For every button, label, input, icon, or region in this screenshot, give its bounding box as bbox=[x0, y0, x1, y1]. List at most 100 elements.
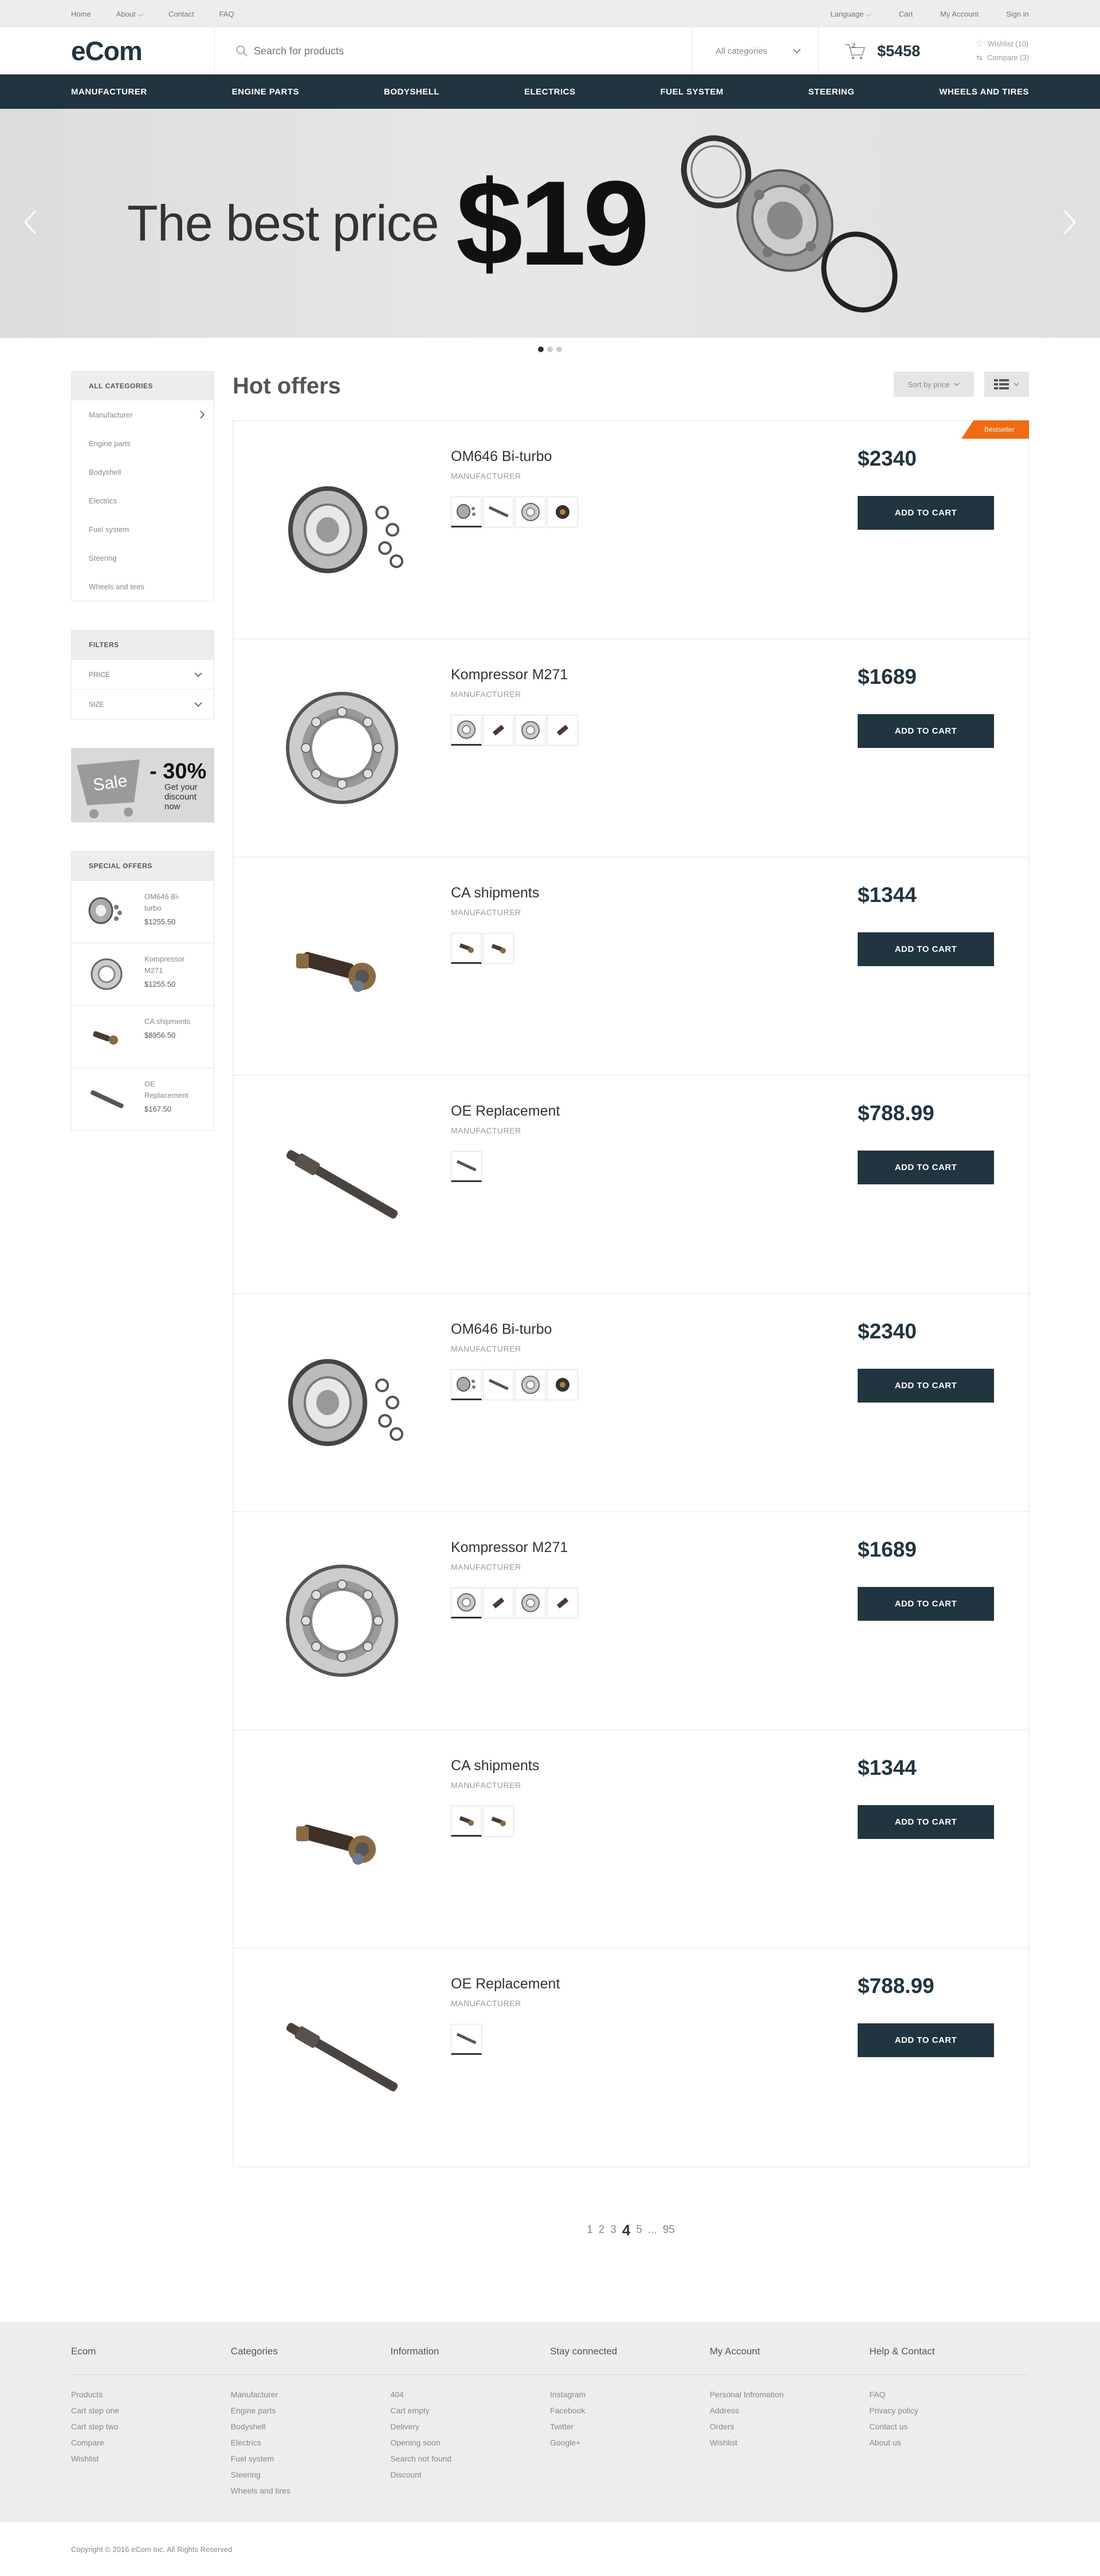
page-link[interactable]: 2 bbox=[599, 2224, 605, 2236]
product-name[interactable]: CA shipments bbox=[451, 1758, 539, 1774]
category-item-electrics[interactable]: Electrics bbox=[72, 486, 214, 515]
category-item-bodyshell[interactable]: Bodyshell bbox=[72, 458, 214, 486]
search-input[interactable] bbox=[254, 45, 655, 57]
thumb-turbo[interactable] bbox=[451, 497, 482, 527]
page-link[interactable]: 5 bbox=[636, 2224, 642, 2236]
special-offer-item[interactable]: Kompressor M271 $1255.50 bbox=[72, 943, 214, 1005]
footer-link[interactable]: Google+ bbox=[550, 2435, 710, 2451]
footer-link[interactable]: Cart step one bbox=[71, 2402, 231, 2419]
nav-fuel-system[interactable]: FUEL SYSTEM bbox=[660, 87, 723, 97]
footer-link[interactable]: Instagram bbox=[550, 2386, 710, 2402]
thumb-turbo[interactable] bbox=[451, 1369, 482, 1400]
footer-link[interactable]: FAQ bbox=[869, 2386, 1029, 2402]
footer-link[interactable]: Personal Infromation bbox=[710, 2386, 870, 2402]
category-select[interactable]: All categories bbox=[693, 27, 819, 74]
thumb-valve[interactable] bbox=[547, 1369, 578, 1400]
special-offer-item[interactable]: CA shipments $8956.50 bbox=[72, 1005, 214, 1068]
language-select[interactable]: Language ⌵ bbox=[830, 10, 871, 18]
category-item-engine-parts[interactable]: Engine parts bbox=[72, 429, 214, 458]
thumb-valve[interactable] bbox=[451, 1806, 482, 1837]
footer-link[interactable]: Bodyshell bbox=[231, 2419, 391, 2435]
compare-link[interactable]: ⇆ Compare (3) bbox=[976, 51, 1029, 65]
footer-link[interactable]: Products bbox=[71, 2386, 231, 2402]
slider-next-arrow-icon[interactable] bbox=[1054, 205, 1083, 239]
product-image-turbo[interactable] bbox=[268, 1340, 417, 1466]
category-item-wheels-and-tires[interactable]: Wheels and tires bbox=[72, 572, 214, 601]
top-link-home[interactable]: Home bbox=[71, 10, 91, 18]
product-name[interactable]: OM646 Bi-turbo bbox=[451, 1321, 552, 1338]
add-to-cart-button[interactable]: ADD TO CART bbox=[858, 1587, 994, 1621]
product-image-turbo[interactable] bbox=[268, 467, 417, 593]
product-name[interactable]: OM646 Bi-turbo bbox=[451, 448, 552, 465]
add-to-cart-button[interactable]: ADD TO CART bbox=[858, 1369, 994, 1403]
top-link-cart[interactable]: Cart bbox=[899, 10, 913, 18]
footer-link[interactable]: Search not found bbox=[390, 2451, 550, 2467]
footer-link[interactable]: Fuel system bbox=[231, 2451, 391, 2467]
logo[interactable]: eCom bbox=[71, 36, 214, 66]
thumb-valve[interactable] bbox=[451, 933, 482, 964]
add-to-cart-button[interactable]: ADD TO CART bbox=[858, 496, 994, 530]
footer-link[interactable]: Wishlist bbox=[71, 2451, 231, 2467]
add-to-cart-button[interactable]: ADD TO CART bbox=[858, 2023, 994, 2057]
view-toggle[interactable] bbox=[984, 372, 1029, 397]
special-offer-item[interactable]: OE Replacement $167.50 bbox=[72, 1068, 214, 1130]
nav-engine-parts[interactable]: ENGINE PARTS bbox=[232, 87, 299, 97]
page-link[interactable]: 95 bbox=[663, 2224, 675, 2236]
footer-link[interactable]: Electrics bbox=[231, 2435, 391, 2451]
product-image-valve[interactable] bbox=[268, 903, 417, 1029]
add-to-cart-button[interactable]: ADD TO CART bbox=[858, 932, 994, 966]
footer-link[interactable]: Cart step two bbox=[71, 2419, 231, 2435]
product-image-bearing[interactable] bbox=[268, 685, 417, 811]
footer-link[interactable]: Privacy policy bbox=[869, 2402, 1029, 2419]
nav-manufacturer[interactable]: MANUFACTURER bbox=[71, 87, 147, 97]
thumb-valve[interactable] bbox=[483, 715, 514, 746]
nav-steering[interactable]: STEERING bbox=[808, 87, 855, 97]
footer-link[interactable]: About us bbox=[869, 2435, 1029, 2451]
add-to-cart-button[interactable]: ADD TO CART bbox=[858, 1805, 994, 1839]
footer-link[interactable]: Delivery bbox=[390, 2419, 550, 2435]
wishlist-link[interactable]: ♡ Wishlist (10) bbox=[976, 37, 1029, 51]
footer-link[interactable]: Opening soon bbox=[390, 2435, 550, 2451]
sale-banner[interactable]: Sale - 30% Get your discount now bbox=[71, 748, 214, 822]
product-name[interactable]: Kompressor M271 bbox=[451, 667, 568, 683]
footer-link[interactable]: Wishlist bbox=[710, 2435, 870, 2451]
thumb-bearing[interactable] bbox=[451, 715, 482, 746]
add-to-cart-button[interactable]: ADD TO CART bbox=[858, 1151, 994, 1184]
thumb-bearing[interactable] bbox=[515, 497, 546, 527]
slider-dot[interactable] bbox=[538, 346, 544, 352]
footer-link[interactable]: 404 bbox=[390, 2386, 550, 2402]
category-item-manufacturer[interactable]: Manufacturer bbox=[72, 400, 214, 429]
page-current[interactable]: 4 bbox=[622, 2221, 630, 2239]
thumb-valve[interactable] bbox=[483, 1806, 514, 1837]
thumb-rod[interactable] bbox=[483, 1369, 514, 1400]
thumb-rod[interactable] bbox=[451, 2024, 482, 2055]
product-image-bearing[interactable] bbox=[268, 1558, 417, 1684]
footer-link[interactable]: Steering bbox=[231, 2467, 391, 2483]
footer-link[interactable]: Orders bbox=[710, 2419, 870, 2435]
thumb-bearing[interactable] bbox=[515, 1588, 546, 1618]
category-item-fuel-system[interactable]: Fuel system bbox=[72, 515, 214, 543]
product-name[interactable]: OE Replacement bbox=[451, 1976, 560, 1992]
filter-size[interactable]: SIZE bbox=[72, 689, 214, 719]
footer-link[interactable]: Address bbox=[710, 2402, 870, 2419]
product-image-rod[interactable] bbox=[268, 1121, 417, 1247]
filter-price[interactable]: PRICE bbox=[72, 659, 214, 689]
thumb-valve[interactable] bbox=[483, 1588, 514, 1618]
slider-prev-arrow-icon[interactable] bbox=[17, 205, 46, 239]
footer-link[interactable]: Cart empty bbox=[390, 2402, 550, 2419]
thumb-valve[interactable] bbox=[547, 497, 578, 527]
cart-summary[interactable]: 2 $5458 bbox=[819, 41, 936, 61]
add-to-cart-button[interactable]: ADD TO CART bbox=[858, 714, 994, 748]
thumb-rod[interactable] bbox=[483, 497, 514, 527]
top-link-my-account[interactable]: My Account bbox=[940, 10, 979, 18]
thumb-bearing[interactable] bbox=[515, 715, 546, 746]
special-offer-item[interactable]: OM646 Bi-turbo $1255.50 bbox=[72, 880, 214, 943]
top-link-sign-in[interactable]: Sign in bbox=[1006, 10, 1029, 18]
thumb-bearing[interactable] bbox=[451, 1588, 482, 1618]
product-image-valve[interactable] bbox=[268, 1776, 417, 1902]
product-name[interactable]: Kompressor M271 bbox=[451, 1539, 568, 1556]
nav-bodyshell[interactable]: BODYSHELL bbox=[384, 87, 439, 97]
slider-dot[interactable] bbox=[556, 346, 562, 352]
nav-wheels-and-tires[interactable]: WHEELS AND TIRES bbox=[939, 87, 1029, 97]
footer-link[interactable]: Twitter bbox=[550, 2419, 710, 2435]
